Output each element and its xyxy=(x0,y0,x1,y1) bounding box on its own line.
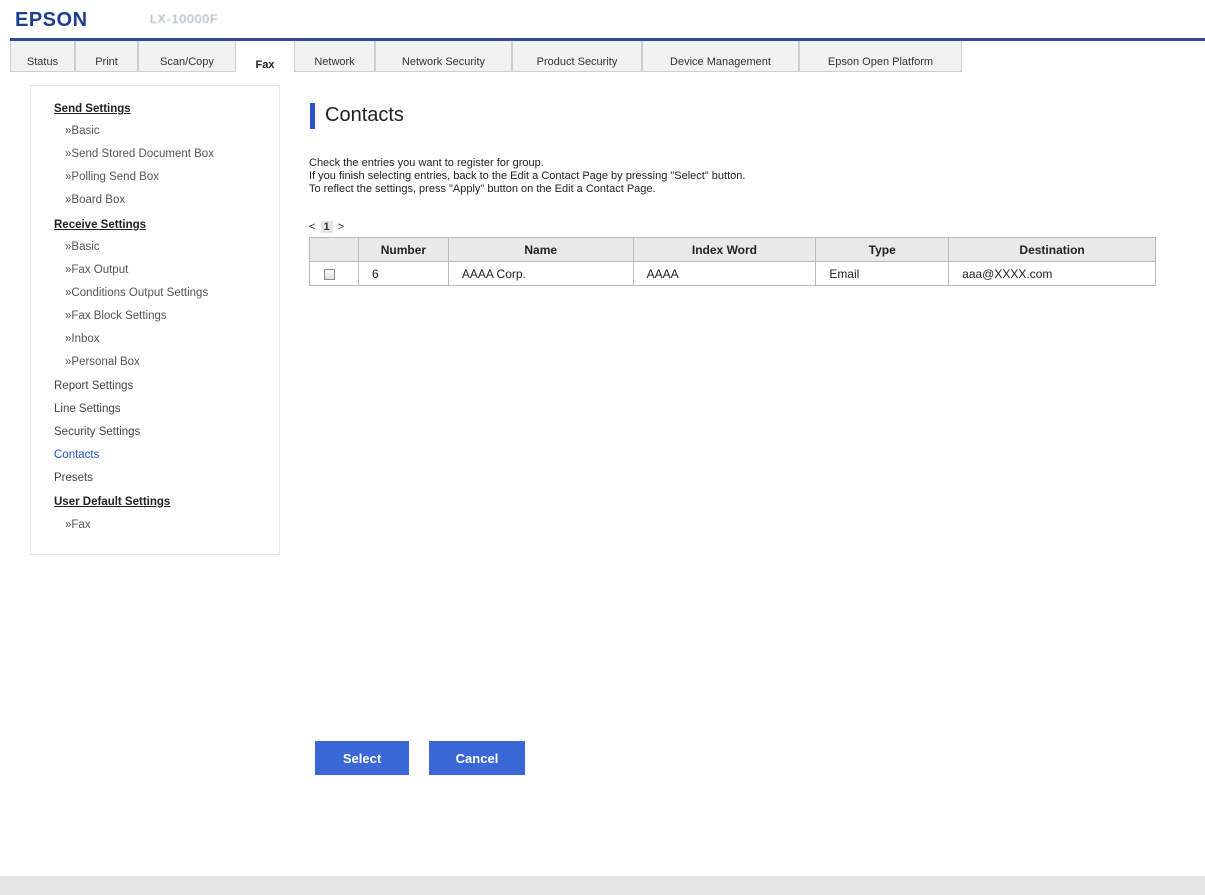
row-select-cell xyxy=(309,261,359,286)
sidebar-item-polling-send-box[interactable]: »Polling Send Box xyxy=(65,171,159,183)
tab-product-security[interactable]: Product Security xyxy=(512,41,642,72)
sidebar-item-fax-block-settings[interactable]: »Fax Block Settings xyxy=(65,310,167,322)
header-bar: EPSON LX-10000F xyxy=(0,0,1205,38)
cancel-button[interactable]: Cancel xyxy=(429,741,525,775)
pagination: < 1 > xyxy=(309,221,344,233)
instruction-text-3: To reflect the settings, press "Apply" b… xyxy=(309,183,656,195)
instruction-text-1: Check the entries you want to register f… xyxy=(309,157,544,169)
main-tab-bar: Status Print Scan/Copy Fax Network Netwo… xyxy=(10,41,1205,75)
tab-network-security[interactable]: Network Security xyxy=(375,41,512,72)
footer-bar xyxy=(0,876,1205,895)
sidebar-item-inbox[interactable]: »Inbox xyxy=(65,333,100,345)
tab-bar-filler xyxy=(962,41,1205,72)
sidebar-item-conditions-output-settings[interactable]: »Conditions Output Settings xyxy=(65,287,208,299)
page-title: Contacts xyxy=(325,104,404,126)
header-index-word: Index Word xyxy=(632,237,817,262)
header-type: Type xyxy=(815,237,950,262)
sidebar-menu: Send Settings »Basic »Send Stored Docume… xyxy=(30,85,280,555)
sidebar-item-line-settings[interactable]: Line Settings xyxy=(54,403,121,415)
sidebar-item-send-settings[interactable]: Send Settings xyxy=(54,103,131,115)
tab-scan-copy[interactable]: Scan/Copy xyxy=(138,41,236,72)
cell-number: 6 xyxy=(357,261,449,286)
header-checkbox-column xyxy=(309,237,359,262)
epson-logo: EPSON xyxy=(15,9,88,31)
sidebar-item-receive-settings[interactable]: Receive Settings xyxy=(54,219,146,231)
tab-fax[interactable]: Fax xyxy=(236,41,294,75)
cell-type: Email xyxy=(815,261,950,286)
select-button[interactable]: Select xyxy=(315,741,409,775)
sidebar-item-report-settings[interactable]: Report Settings xyxy=(54,380,133,392)
content-area: Send Settings »Basic »Send Stored Docume… xyxy=(10,75,1205,875)
pager-next-link[interactable]: > xyxy=(338,221,344,233)
tab-status[interactable]: Status xyxy=(10,41,75,72)
cell-index-word: AAAA xyxy=(632,261,817,286)
sidebar-item-user-default-fax[interactable]: »Fax xyxy=(65,519,91,531)
table-row: 6 AAAA Corp. AAAA Email aaa@XXXX.com xyxy=(309,261,1156,286)
cell-name: AAAA Corp. xyxy=(447,261,634,286)
table-header-row: Number Name Index Word Type Destination xyxy=(309,237,1156,262)
sidebar-item-user-default-settings[interactable]: User Default Settings xyxy=(54,496,170,508)
instruction-text-2: If you finish selecting entries, back to… xyxy=(309,170,746,182)
sidebar-item-send-basic[interactable]: »Basic xyxy=(65,125,100,137)
header-number: Number xyxy=(357,237,449,262)
sidebar-item-receive-basic[interactable]: »Basic xyxy=(65,241,100,253)
cell-destination: aaa@XXXX.com xyxy=(948,261,1156,286)
sidebar-item-security-settings[interactable]: Security Settings xyxy=(54,426,140,438)
title-accent-bar xyxy=(310,103,315,129)
sidebar-item-board-box[interactable]: »Board Box xyxy=(65,194,125,206)
sidebar-item-fax-output[interactable]: »Fax Output xyxy=(65,264,128,276)
contacts-table: Number Name Index Word Type Destination … xyxy=(309,237,1156,286)
sidebar-item-send-stored-document-box[interactable]: »Send Stored Document Box xyxy=(65,148,214,160)
header-destination: Destination xyxy=(948,237,1156,262)
tab-print[interactable]: Print xyxy=(75,41,138,72)
sidebar-item-presets[interactable]: Presets xyxy=(54,472,93,484)
tab-device-management[interactable]: Device Management xyxy=(642,41,799,72)
tab-network[interactable]: Network xyxy=(294,41,375,72)
pager-prev-link[interactable]: < xyxy=(309,221,315,233)
header-name: Name xyxy=(447,237,634,262)
pager-current-page[interactable]: 1 xyxy=(320,221,333,233)
sidebar-item-personal-box[interactable]: »Personal Box xyxy=(65,356,140,368)
tab-epson-open-platform[interactable]: Epson Open Platform xyxy=(799,41,962,72)
sidebar-item-contacts[interactable]: Contacts xyxy=(54,449,99,461)
row-select-checkbox[interactable] xyxy=(324,268,335,280)
printer-model-name: LX-10000F xyxy=(150,12,219,26)
